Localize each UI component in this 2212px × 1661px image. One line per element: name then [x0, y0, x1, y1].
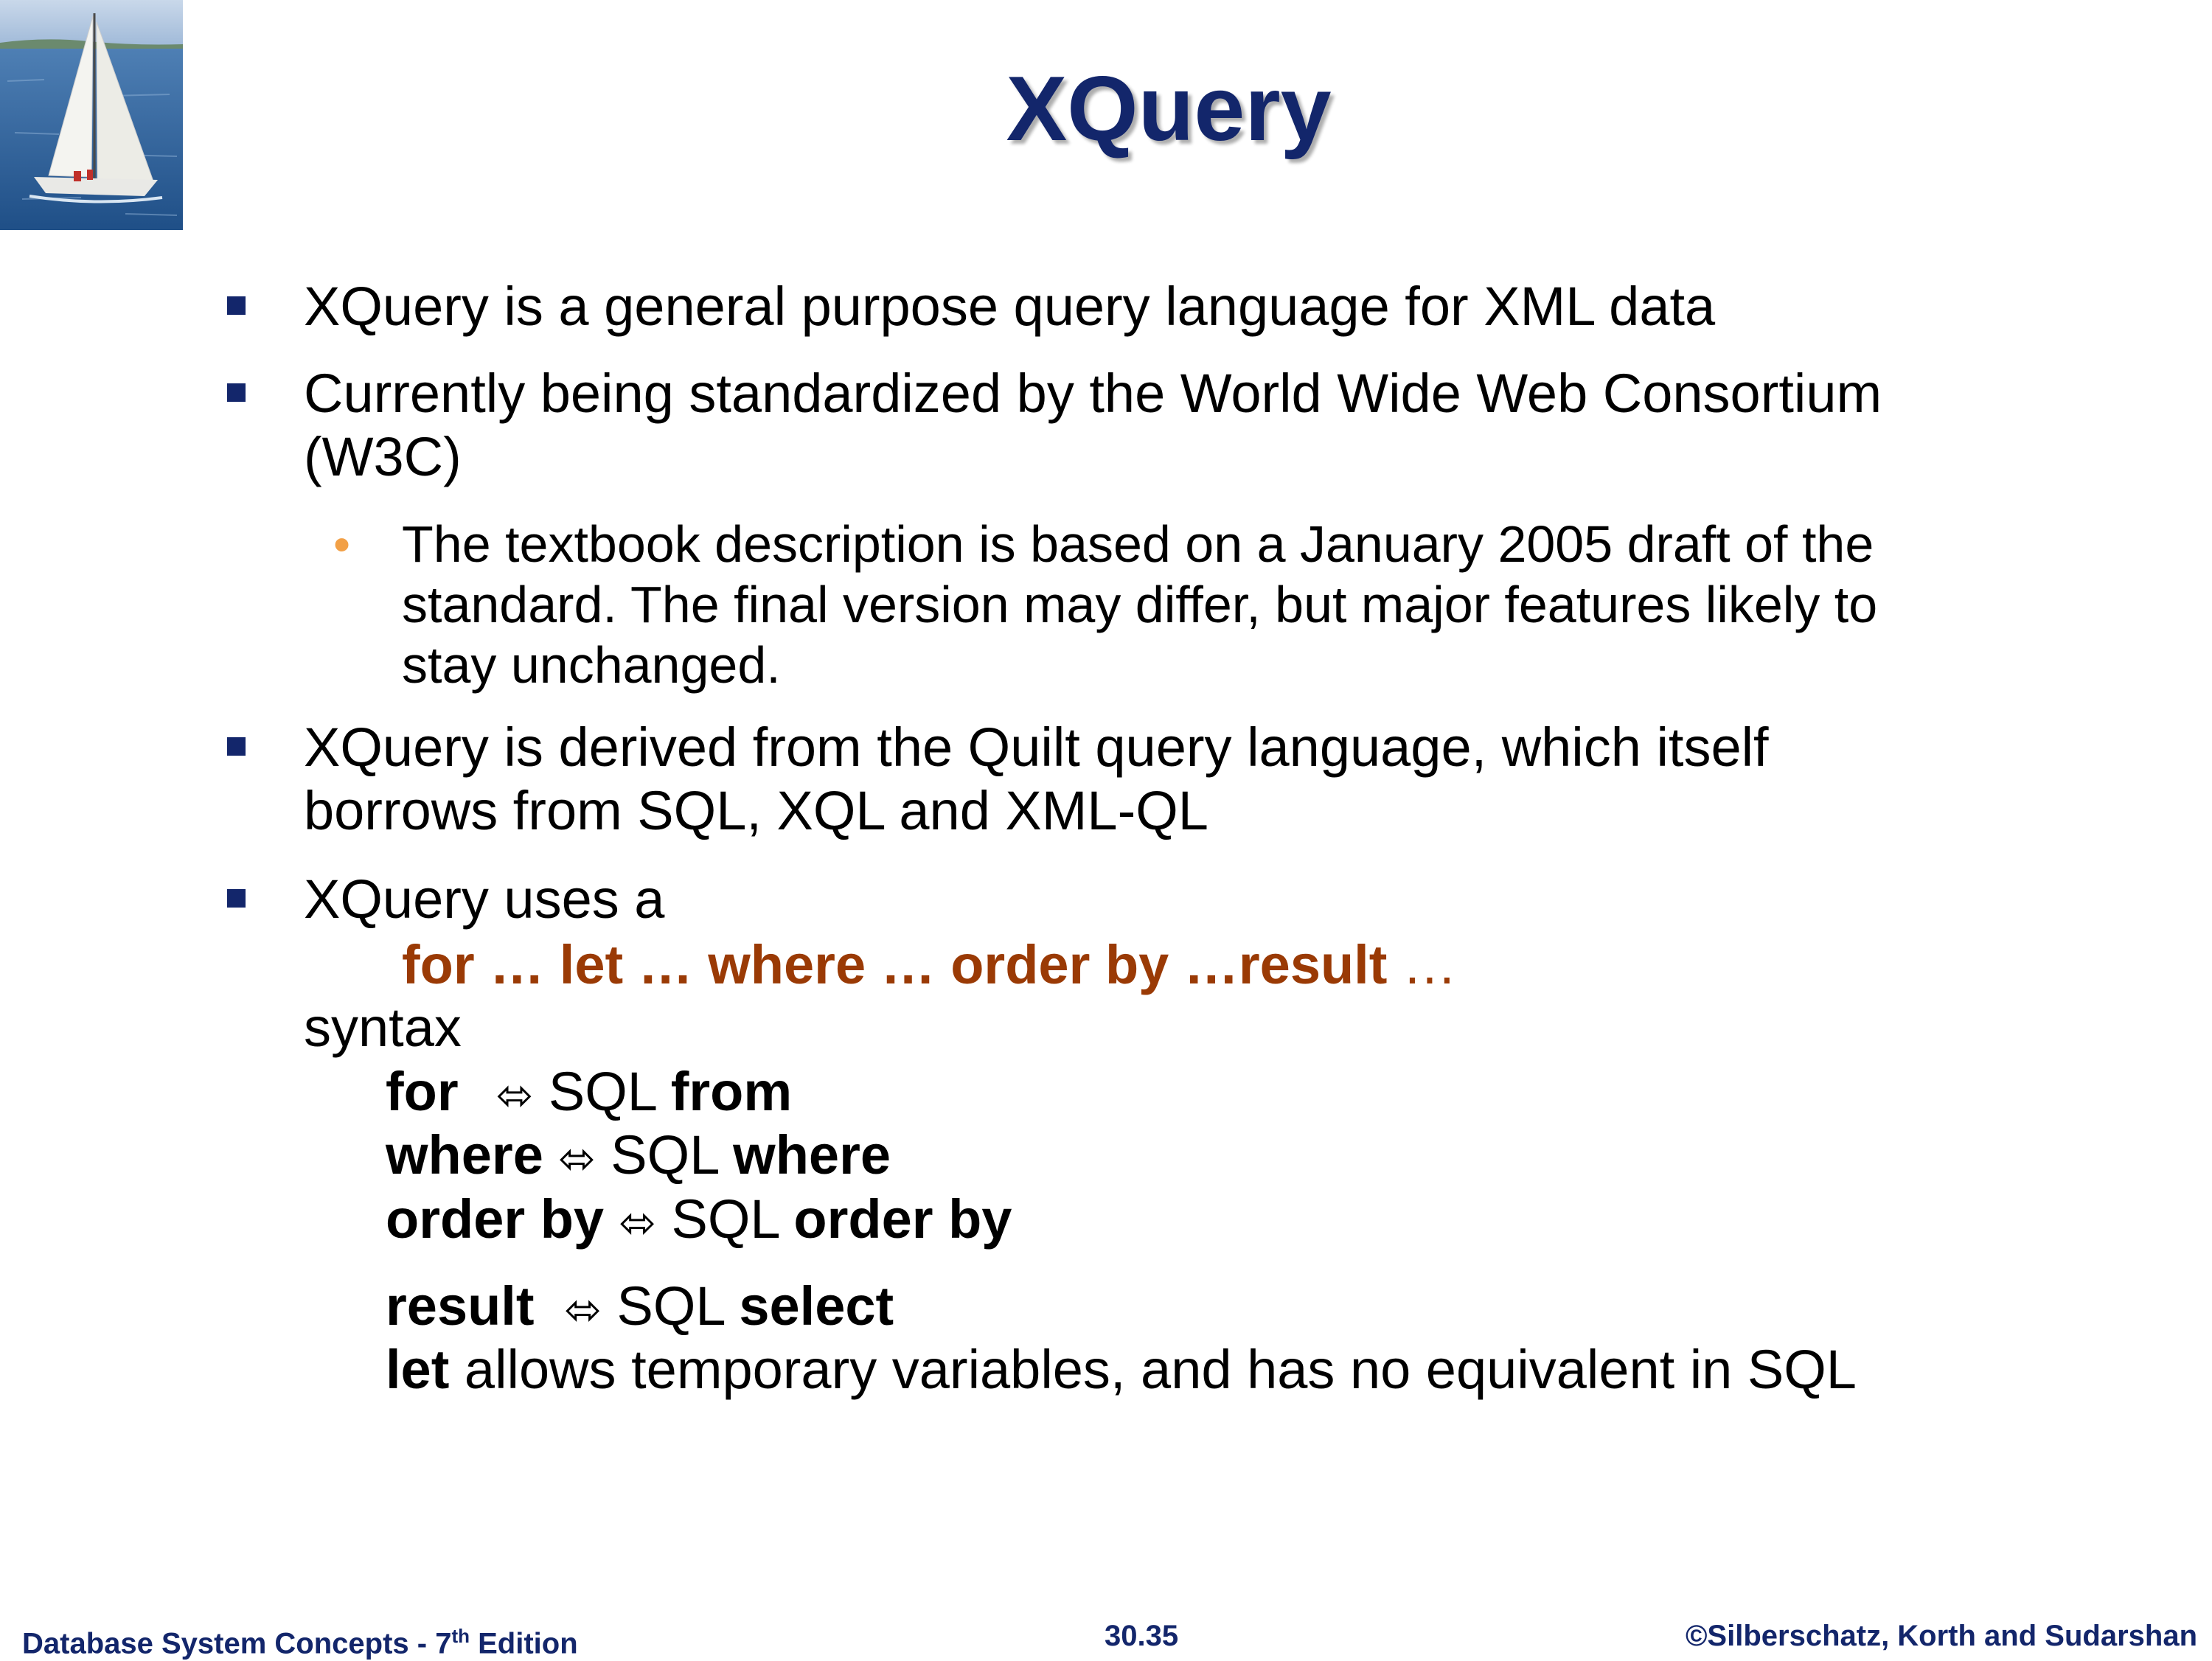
- sql-label: SQL: [671, 1188, 779, 1250]
- footer-edition-text: Edition: [470, 1627, 578, 1660]
- sql-keyword: order by: [793, 1188, 1012, 1250]
- footer-edition-superscript: th: [451, 1625, 470, 1647]
- bullet-text: (W3C): [304, 426, 462, 487]
- sub-bullet-text: standard. The final version may differ, …: [402, 576, 1878, 633]
- mapping-row-result: result ⬄ SQL select: [386, 1275, 894, 1342]
- sql-keyword: where: [733, 1124, 891, 1185]
- syntax-keywords-line: for … let … where … order by …result …: [402, 933, 1457, 997]
- bullet-text: XQuery is a general purpose query langua…: [304, 276, 1716, 337]
- syntax-word: syntax: [304, 997, 462, 1058]
- square-bullet-icon: [227, 889, 246, 908]
- sql-label: SQL: [616, 1275, 724, 1337]
- sql-keyword: from: [670, 1061, 793, 1122]
- round-bullet-icon: •: [333, 517, 351, 571]
- double-arrow-icon: ⬄: [619, 1197, 656, 1249]
- slide-title: XQuery: [1006, 58, 1332, 160]
- double-arrow-icon: ⬄: [558, 1133, 596, 1185]
- mapping-row-where: where ⬄ SQL where: [386, 1124, 891, 1191]
- square-bullet-icon: [227, 383, 246, 402]
- let-keyword: let: [386, 1339, 450, 1400]
- bullet-text: XQuery uses a: [304, 868, 665, 930]
- square-bullet-icon: [227, 737, 246, 756]
- xquery-keyword: order by: [386, 1188, 605, 1250]
- bullet-text: XQuery is derived from the Quilt query l…: [304, 717, 1769, 778]
- bullet-text: borrows from SQL, XQL and XML-QL: [304, 780, 1208, 841]
- sql-keyword: select: [739, 1275, 894, 1337]
- slide-number: 30.35: [1105, 1620, 1179, 1652]
- footer-book-title-text: Database System Concepts - 7: [22, 1627, 452, 1660]
- sql-label: SQL: [548, 1061, 656, 1122]
- double-arrow-icon: ⬄: [496, 1070, 534, 1121]
- syntax-ellipsis: …: [1387, 934, 1457, 995]
- sub-bullet-text: The textbook description is based on a J…: [402, 515, 1874, 573]
- let-description: allows temporary variables, and has no e…: [449, 1339, 1857, 1400]
- xquery-keyword: where: [386, 1124, 543, 1185]
- sub-bullet-text: stay unchanged.: [402, 636, 781, 694]
- syntax-keywords: for … let … where … order by …result: [402, 934, 1388, 995]
- footer-copyright: ©Silberschatz, Korth and Sudarshan: [1685, 1620, 2197, 1652]
- xquery-keyword: for: [386, 1061, 459, 1122]
- sql-label: SQL: [611, 1124, 718, 1185]
- mapping-row-for: for ⬄ SQL from: [386, 1060, 792, 1127]
- xquery-keyword: result: [386, 1275, 535, 1337]
- mapping-row-order-by: order by ⬄ SQL order by: [386, 1188, 1012, 1255]
- square-bullet-icon: [227, 296, 246, 315]
- footer-book-title: Database System Concepts - 7th Edition: [22, 1618, 578, 1661]
- let-line: let allows temporary variables, and has …: [386, 1338, 1857, 1401]
- double-arrow-icon: ⬄: [564, 1284, 602, 1336]
- bullet-text: Currently being standardized by the Worl…: [304, 363, 1882, 424]
